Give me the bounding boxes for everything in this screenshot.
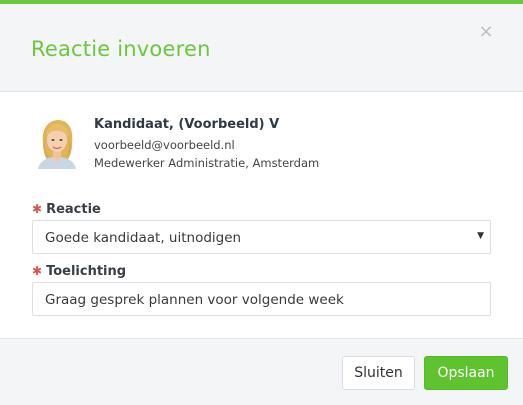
required-asterisk-icon: ✱ <box>32 202 43 216</box>
reactie-label-text: Reactie <box>46 202 101 217</box>
dialog-title: Reactie invoeren <box>31 37 211 61</box>
toelichting-label: ✱ Toelichting <box>32 264 126 279</box>
candidate-card: Kandidaat, (Voorbeeld) V voorbeeld@voorb… <box>34 117 494 177</box>
save-button[interactable]: Opslaan <box>424 356 508 390</box>
close-button[interactable]: Sluiten <box>342 356 415 390</box>
toelichting-value: Graag gesprek plannen voor volgende week <box>45 292 344 308</box>
chevron-down-icon: ▼ <box>477 231 484 241</box>
reactie-selected-value: Goede kandidaat, uitnodigen <box>45 230 242 246</box>
candidate-email: voorbeeld@voorbeeld.nl <box>94 138 235 152</box>
close-icon[interactable]: × <box>478 23 494 41</box>
dialog-footer: Sluiten Opslaan <box>0 338 523 405</box>
toelichting-label-text: Toelichting <box>46 264 127 279</box>
reactie-select[interactable]: Goede kandidaat, uitnodigen ▼ <box>32 220 491 254</box>
reaction-dialog: Reactie invoeren × Kandidaat, (Voorbeeld… <box>0 0 523 405</box>
required-asterisk-icon: ✱ <box>32 264 43 278</box>
avatar <box>34 117 80 169</box>
candidate-name: Kandidaat, (Voorbeeld) V <box>94 117 280 132</box>
toelichting-input[interactable]: Graag gesprek plannen voor volgende week <box>32 282 491 316</box>
candidate-role: Medewerker Administratie, Amsterdam <box>94 156 320 170</box>
reactie-label: ✱ Reactie <box>32 202 101 217</box>
dialog-header: Reactie invoeren × <box>0 4 523 92</box>
